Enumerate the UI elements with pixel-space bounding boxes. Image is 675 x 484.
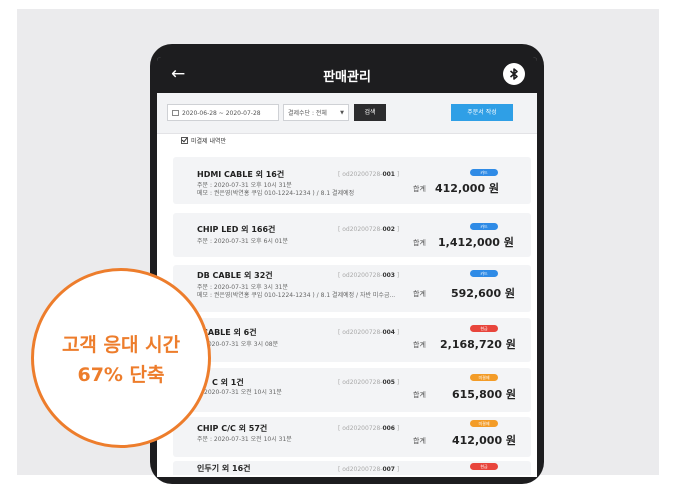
order-date: 2020-07-31 오전 10시 31분 xyxy=(204,389,282,396)
order-name: CHIP LED 외 166건 xyxy=(197,225,276,234)
order-date: 주문 : 2020-07-31 오전 10시 31분 xyxy=(197,436,292,443)
page-title: 판매관리 xyxy=(323,70,371,85)
new-order-button[interactable]: 주문서 작성 xyxy=(451,104,513,121)
order-code: [ od20200728-002 ] xyxy=(338,226,400,233)
order-amount: 1,412,000 원 xyxy=(438,236,514,249)
payment-badge: 카드 xyxy=(470,270,498,277)
payment-method-select[interactable]: 결제수단 : 전체 ▼ xyxy=(283,104,349,121)
total-label: 합계 xyxy=(413,290,426,298)
callout-line-2: 67% 단축 xyxy=(77,364,165,386)
payment-badge: 미결제 xyxy=(470,374,498,381)
bluetooth-icon[interactable] xyxy=(503,63,525,85)
order-code: [ od20200728-005 ] xyxy=(338,379,400,386)
order-date: 주문 : 2020-07-31 오후 6시 01분 xyxy=(197,238,288,245)
total-label: 합계 xyxy=(413,437,426,445)
order-name: DB CABLE 외 32건 xyxy=(197,271,273,280)
order-code: [ od20200728-007 ] xyxy=(338,466,400,473)
order-date: 주문 : 2020-07-31 오후 10시 31분 xyxy=(197,182,292,189)
order-amount: 412,000 원 xyxy=(435,182,500,195)
total-label: 합계 xyxy=(413,341,426,349)
search-button[interactable]: 검색 xyxy=(354,104,386,121)
order-name: CHIP C/C 외 57건 xyxy=(197,424,268,433)
total-label: 합계 xyxy=(413,185,426,193)
chevron-down-icon: ▼ xyxy=(340,110,344,116)
order-name: CABLE 외 6건 xyxy=(202,328,257,337)
order-amount: 615,800 원 xyxy=(452,388,517,401)
filter-toolbar: 2020-06-28 ~ 2020-07-28 결제수단 : 전체 ▼ 검색 주문… xyxy=(157,93,537,134)
order-code: [ od20200728-001 ] xyxy=(338,171,400,178)
payment-badge: 카드 xyxy=(470,169,498,176)
order-amount: 592,600 원 xyxy=(451,287,516,300)
calendar-icon xyxy=(172,110,179,116)
payment-badge: 현금 xyxy=(470,463,498,470)
payment-badge: 미결제 xyxy=(470,420,498,427)
order-date: 주문 : 2020-07-31 오후 3시 31분 xyxy=(197,284,288,291)
total-label: 합계 xyxy=(413,391,426,399)
checkbox-checked-icon xyxy=(181,137,188,144)
order-code: [ od20200728-004 ] xyxy=(338,329,400,336)
date-range-picker[interactable]: 2020-06-28 ~ 2020-07-28 xyxy=(167,104,279,121)
order-name: C 외 1건 xyxy=(212,378,244,387)
order-amount: 2,168,720 원 xyxy=(440,338,516,351)
order-amount: 412,000 원 xyxy=(452,434,517,447)
app-header: ← 판매관리 xyxy=(157,57,537,93)
unpaid-only-label: 미결제 내역만 xyxy=(191,138,227,145)
unpaid-only-checkbox[interactable]: 미결제 내역만 xyxy=(181,137,226,146)
date-range-value: 2020-06-28 ~ 2020-07-28 xyxy=(182,110,261,117)
order-card[interactable] xyxy=(173,213,531,257)
callout-badge: 고객 응대 시간 67% 단축 xyxy=(31,268,211,448)
order-memo: 메모 : 권은영(박연홍 쿠입 010-1224-1234 ) / 8.1 결제… xyxy=(197,292,396,299)
order-date: 2020-07-31 오후 3시 08분 xyxy=(204,341,279,348)
payment-method-value: 결제수단 : 전체 xyxy=(288,110,327,117)
order-memo: 메모 : 권은영(박연홍 쿠입 010-1224-1234 ) / 8.1 결제… xyxy=(197,190,355,197)
order-code: [ od20200728-003 ] xyxy=(338,272,400,279)
payment-badge: 현금 xyxy=(470,325,498,332)
order-name: 인두기 외 16건 xyxy=(197,464,251,473)
total-label: 합계 xyxy=(413,239,426,247)
payment-badge: 카드 xyxy=(470,223,498,230)
callout-line-1: 고객 응대 시간 xyxy=(61,334,181,356)
stage: ← 판매관리 2020-06-28 ~ 2020-07-28 결제수단 : 전체… xyxy=(0,0,675,484)
order-code: [ od20200728-006 ] xyxy=(338,425,400,432)
order-name: HDMI CABLE 외 16건 xyxy=(197,170,285,179)
